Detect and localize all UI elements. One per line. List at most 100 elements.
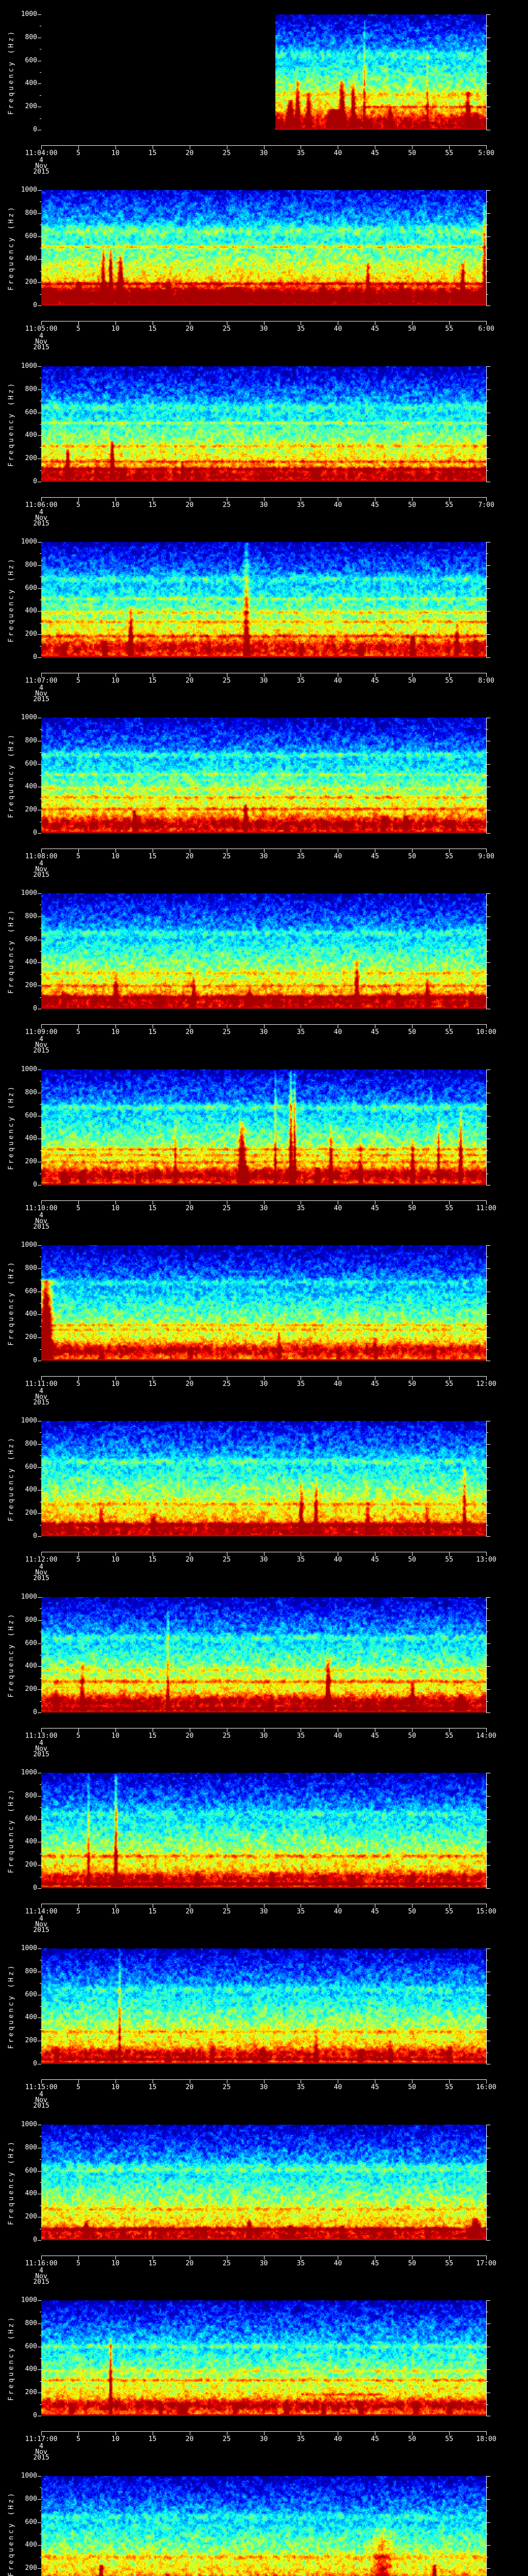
- x-start-time-label: 11:07:00: [25, 677, 58, 685]
- spectrogram-panel: Frequency (Hz) 11:12:00 13:00 4 Nov 2015…: [0, 1406, 528, 1583]
- x-axis-tick: [78, 1200, 79, 1205]
- y-axis-minor-tick: [40, 2159, 41, 2160]
- x-tick-label: 15: [148, 1380, 157, 1388]
- x-start-time-label: 11:08:00: [25, 853, 58, 860]
- y-tick-label: 1000: [21, 714, 37, 721]
- y-axis-minor-tick: [40, 1983, 41, 1984]
- x-tick-label: 40: [334, 1556, 342, 1564]
- x-tick-label: 40: [334, 1028, 342, 1036]
- x-tick-label: 35: [296, 1908, 305, 1916]
- y-tick-label: 200: [25, 981, 37, 990]
- spectrogram-canvas: [41, 1948, 486, 2064]
- y-axis-minor-tick: [40, 1150, 41, 1151]
- x-tick-label: 35: [296, 149, 305, 157]
- y-tick-label: 800: [25, 1616, 37, 1624]
- x-tick-label: 55: [445, 1205, 453, 1212]
- y-tick-label: 800: [25, 2143, 37, 2151]
- x-tick-label: 40: [334, 853, 342, 860]
- y-axis-major-tick-right: [487, 282, 490, 283]
- spectrogram-panel: Frequency (Hz) 11:06:00 7:00 4 Nov 2015 …: [0, 352, 528, 528]
- y-tick-label: 0: [33, 829, 37, 837]
- x-end-time-label: 12:00: [476, 1380, 497, 1388]
- y-axis-minor-tick: [40, 1807, 41, 1808]
- spectrogram-canvas: [41, 1773, 486, 1888]
- y-tick-label: 1000: [21, 10, 37, 18]
- x-tick-label: 45: [371, 677, 380, 685]
- y-tick-label: 800: [25, 1088, 37, 1096]
- x-tick-label: 55: [445, 1732, 453, 1740]
- x-tick-label: 5: [76, 677, 80, 685]
- y-axis-major-tick-right: [487, 1689, 490, 1690]
- spectrogram-canvas: [41, 542, 486, 657]
- x-tick-label: 30: [259, 1908, 268, 1916]
- y-axis-major-tick-right: [487, 259, 490, 260]
- date-line: 2015: [33, 1399, 50, 1406]
- x-tick-label: 45: [371, 1732, 380, 1740]
- x-axis-tick: [78, 321, 79, 325]
- date-line: 2015: [33, 520, 50, 528]
- x-axis-tick: [449, 145, 450, 149]
- x-start-time-label: 11:16:00: [25, 2260, 58, 2267]
- x-axis-tick: [449, 1904, 450, 1908]
- x-tick-label: 35: [296, 2083, 305, 2091]
- x-axis-tick: [263, 2431, 265, 2435]
- y-axis-minor-tick: [40, 470, 41, 471]
- y-tick-label: 200: [25, 278, 37, 286]
- x-tick-label: 40: [334, 1380, 342, 1388]
- x-tick-label: 35: [296, 1380, 305, 1388]
- spectrogram-panel: Frequency (Hz) 11:17:00 18:00 4 Nov 2015…: [0, 2286, 528, 2462]
- x-tick-label: 50: [408, 2083, 416, 2091]
- y-axis-major-tick: [38, 542, 41, 543]
- x-tick-label: 40: [334, 325, 342, 333]
- y-axis-major-tick-right: [487, 1513, 490, 1514]
- y-axis-major-tick-right: [487, 962, 490, 963]
- y-tick-label: 200: [25, 2564, 37, 2572]
- y-tick-label: 400: [25, 1486, 37, 1494]
- y-tick-label: 200: [25, 2388, 37, 2397]
- x-tick-label: 15: [148, 677, 157, 685]
- x-tick-label: 15: [148, 1908, 157, 1916]
- y-axis-major-tick: [38, 14, 41, 15]
- y-axis-major-tick-right: [487, 1795, 490, 1797]
- x-axis-tick: [263, 2256, 265, 2260]
- spectrogram-canvas: [41, 2300, 486, 2416]
- x-tick-label: 35: [296, 1205, 305, 1212]
- y-axis-minor-tick-right: [487, 646, 488, 647]
- y-tick-label: 1000: [21, 538, 37, 546]
- y-axis-minor-tick-right: [487, 2136, 488, 2137]
- y-tick-label: 800: [25, 209, 37, 217]
- x-axis-tick: [263, 1552, 265, 1556]
- y-axis-minor-tick: [40, 294, 41, 295]
- x-axis-tick: [486, 2431, 487, 2435]
- y-tick-label: 800: [25, 561, 37, 569]
- x-end-time-label: 7:00: [478, 501, 494, 509]
- y-axis-major-tick-right: [487, 14, 490, 15]
- y-tick-label: 1000: [21, 362, 37, 370]
- x-tick-label: 45: [371, 2260, 380, 2267]
- x-end-time-label: 5:00: [478, 149, 494, 157]
- x-tick-label: 5: [76, 1205, 80, 1212]
- y-axis-minor-tick: [40, 424, 41, 425]
- x-tick-label: 45: [371, 1380, 380, 1388]
- y-axis-minor-tick-right: [487, 951, 488, 952]
- y-axis-minor-tick: [40, 1104, 41, 1105]
- y-axis-title: Frequency (Hz): [7, 908, 15, 994]
- y-tick-label: 200: [25, 454, 37, 463]
- x-tick-label: 55: [445, 2260, 453, 2267]
- y-tick-label: 200: [25, 1509, 37, 1517]
- y-axis-minor-tick: [40, 1326, 41, 1327]
- y-tick-label: 600: [25, 584, 37, 592]
- y-axis-title: Frequency (Hz): [7, 381, 15, 467]
- y-tick-label: 200: [25, 1685, 37, 1693]
- x-tick-label: 5: [76, 2435, 80, 2443]
- x-tick-label: 45: [371, 325, 380, 333]
- y-axis-major-tick: [38, 1620, 41, 1621]
- y-axis-major-tick-right: [487, 611, 490, 612]
- x-axis-tick: [486, 145, 487, 149]
- y-axis-major-tick: [38, 2545, 41, 2546]
- x-axis-tick: [263, 2079, 265, 2083]
- x-tick-label: 15: [148, 1732, 157, 1740]
- x-axis-tick: [486, 1024, 487, 1028]
- y-axis-minor-tick-right: [487, 2006, 488, 2007]
- y-axis-minor-tick: [40, 201, 41, 202]
